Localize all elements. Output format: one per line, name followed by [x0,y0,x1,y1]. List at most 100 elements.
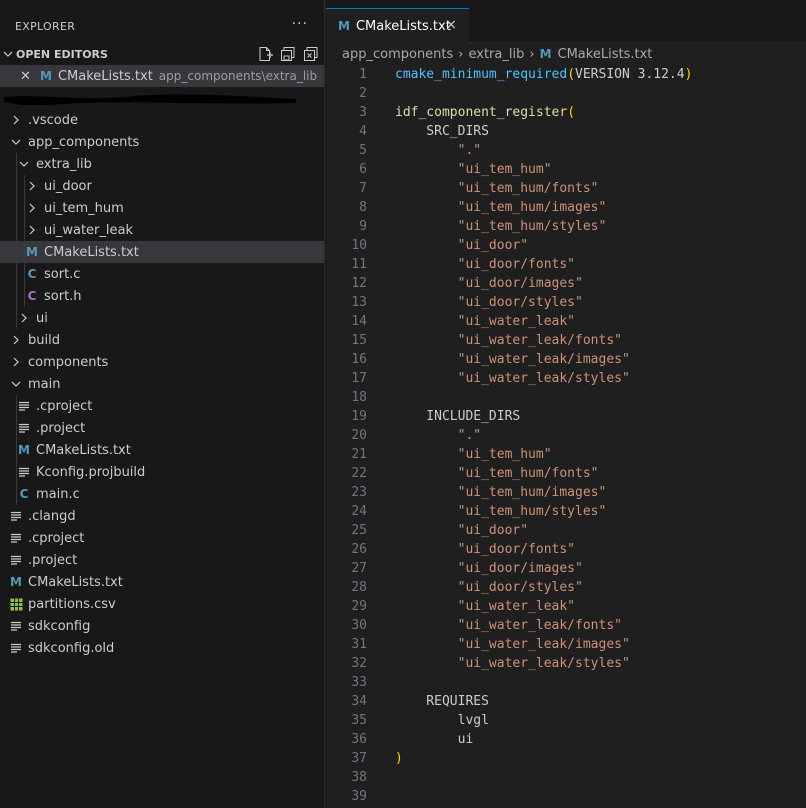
code-line: 14 "ui_water_leak" [326,312,806,331]
code-text: "ui_tem_hum/images" [395,483,607,502]
code-line: 13 "ui_door/styles" [326,293,806,312]
code-text: "ui_tem_hum/styles" [395,217,607,236]
chevron-down-icon[interactable] [16,153,32,175]
cmake-file-icon: M [26,245,38,259]
text-file-icon [16,417,32,439]
tree-folder[interactable]: extra_lib [0,153,324,175]
chevron-down-icon[interactable] [8,131,24,153]
breadcrumb-item[interactable]: CMakeLists.txt [558,47,653,62]
line-number: 3 [359,105,367,120]
tree-file[interactable]: M CMakeLists.txt [0,241,324,263]
save-all-icon[interactable] [280,46,296,62]
tree-folder[interactable]: components [0,351,324,373]
tree-file[interactable]: .project [0,417,324,439]
tree-file[interactable]: .clangd [0,505,324,527]
tree-folder[interactable]: ui_door [0,175,324,197]
close-icon[interactable]: ✕ [20,69,36,84]
code-token: "." [395,143,482,158]
code-text: "ui_door" [395,521,528,540]
chevron-right-icon[interactable] [24,197,40,219]
code-text: "ui_door" [395,236,528,255]
indent-guide [16,285,17,307]
code-token: INCLUDE_DIRS [395,409,521,424]
indent-guide [24,241,25,263]
code-line: 11 "ui_door/fonts" [326,255,806,274]
code-line: 7 "ui_tem_hum/fonts" [326,179,806,198]
chevron-right-icon[interactable] [8,109,24,131]
code-token: ( [567,67,576,82]
more-actions-icon[interactable]: ··· [292,16,308,32]
chevron-right-icon[interactable] [8,351,24,373]
tree-file[interactable]: partitions.csv [0,593,324,615]
chevron-right-icon: › [529,46,535,62]
text-file-icon [16,395,32,417]
chevron-right-icon[interactable] [16,307,32,329]
tree-folder[interactable]: ui_tem_hum [0,197,324,219]
code-line: 23 "ui_tem_hum/images" [326,483,806,502]
tab-cmakelists[interactable]: M CMakeLists.txt × [326,8,469,43]
code-token: REQUIRES [395,694,489,709]
tree-item-label: ui_tem_hum [44,200,124,216]
tree-item-label: ui [36,310,48,326]
line-number: 36 [351,732,367,747]
code-line: 36 ui [326,730,806,749]
tree-item-label: build [28,332,60,348]
line-number: 22 [351,466,367,481]
code-token: "ui_tem_hum/styles" [395,504,607,519]
code-token: ( [567,105,576,120]
indent-guide [16,197,17,219]
tree-folder[interactable]: main [0,373,324,395]
breadcrumb-item[interactable]: app_components [342,47,453,62]
tree-file[interactable]: M CMakeLists.txt [0,439,324,461]
chevron-right-icon[interactable] [24,219,40,241]
open-editor-item[interactable]: ✕ M CMakeLists.txt app_components\extra_… [0,65,324,87]
code-text: INCLUDE_DIRS [395,407,520,426]
tree-file[interactable]: Cmain.c [0,483,324,505]
line-number: 26 [351,542,367,557]
tree-file[interactable]: .cproject [0,527,324,549]
tab-close-icon[interactable]: × [445,17,457,33]
tree-file[interactable]: .cproject [0,395,324,417]
code-token: "ui_water_leak/fonts" [395,333,622,348]
tree-folder[interactable]: ui_water_leak [0,219,324,241]
tree-file[interactable]: Csort.c [0,263,324,285]
redacted-project-name [4,94,296,105]
tree-file[interactable]: Kconfig.projbuild [0,461,324,483]
line-number: 9 [359,219,367,234]
new-untitled-file-icon[interactable] [257,46,273,62]
code-text: ui [395,730,474,749]
editor-tab-bar: M CMakeLists.txt × [326,0,806,43]
chevron-down-icon [0,49,16,59]
tree-folder[interactable]: build [0,329,324,351]
line-number: 6 [359,162,367,177]
code-line: 37) [326,749,806,768]
line-number: 34 [351,694,367,709]
tree-file[interactable]: .project [0,549,324,571]
close-all-editors-icon[interactable] [303,46,319,62]
chevron-down-icon[interactable] [8,373,24,395]
code-token: "ui_door/fonts" [395,257,576,272]
open-editors-header[interactable]: OPEN EDITORS [0,43,324,65]
line-number: 32 [351,656,367,671]
line-number: 25 [351,523,367,538]
line-number: 7 [359,181,367,196]
tree-file[interactable]: Csort.h [0,285,324,307]
chevron-right-icon[interactable] [8,329,24,351]
tree-file[interactable]: M CMakeLists.txt [0,571,324,593]
tree-folder[interactable]: ui [0,307,324,329]
code-token: VERSION 3.12.4 [575,67,685,82]
tree-item-label: CMakeLists.txt [44,244,139,260]
code-line: 1 cmake_minimum_required(VERSION 3.12.4) [326,65,806,84]
explorer-title: EXPLORER [15,19,76,33]
c-file-icon: C [19,487,29,501]
tree-folder[interactable]: .vscode [0,109,324,131]
tree-file[interactable]: sdkconfig.old [0,637,324,659]
cmake-file-icon: M [338,19,350,33]
breadcrumb-item[interactable]: extra_lib [469,47,525,62]
code-editor[interactable]: 1 cmake_minimum_required(VERSION 3.12.4) 2… [326,65,806,806]
indent-guide [16,483,17,505]
chevron-right-icon[interactable] [24,175,40,197]
tree-file[interactable]: sdkconfig [0,615,324,637]
line-number: 37 [351,751,367,766]
tree-folder[interactable]: app_components [0,131,324,153]
